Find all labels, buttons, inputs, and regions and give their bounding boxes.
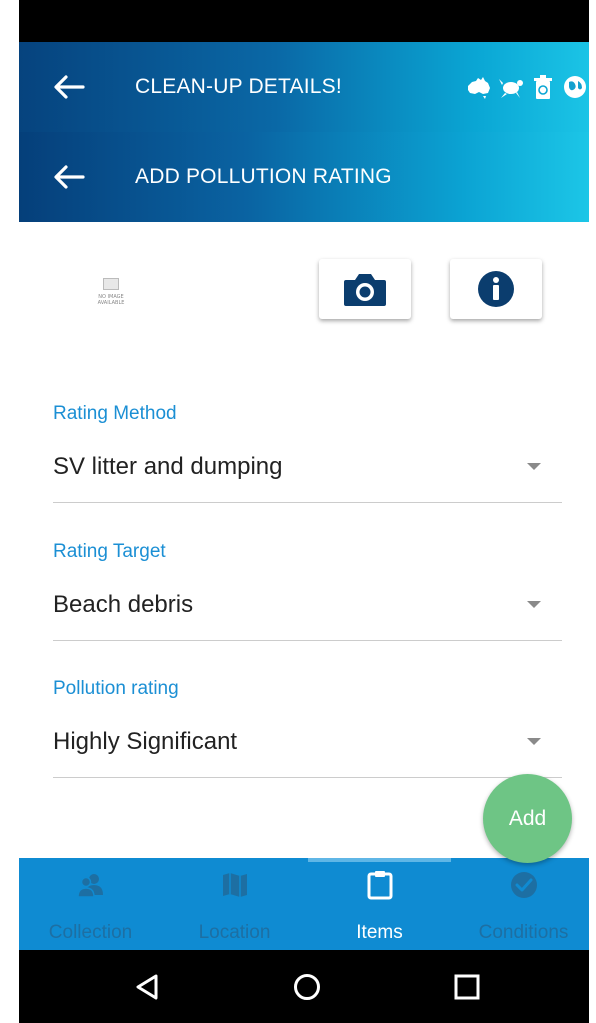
camera-icon	[344, 274, 386, 306]
people-icon	[77, 874, 103, 898]
rating-method-label: Rating Method	[53, 403, 177, 424]
pollution-rating-label: Pollution rating	[53, 678, 179, 699]
field-underline	[53, 502, 562, 503]
dropdown-caret-icon	[527, 601, 541, 608]
header-title: CLEAN-UP DETAILS!	[135, 75, 342, 98]
page: CLEAN-UP DETAILS! ADD POLLUTION RATING N…	[0, 0, 596, 1023]
sub-header: ADD POLLUTION RATING	[19, 132, 589, 222]
image-placeholder-line2: AVAILABLE	[97, 300, 125, 306]
info-button[interactable]	[450, 259, 542, 319]
nav-label-items: Items	[356, 922, 403, 943]
nav-tab-items[interactable]: Items	[308, 858, 451, 950]
pollution-rating-field: Pollution rating Highly Significant	[53, 677, 562, 778]
rating-method-select[interactable]: SV litter and dumping	[53, 450, 562, 484]
nav-tab-conditions[interactable]: Conditions	[452, 858, 589, 950]
bottom-navigation: Collection Location Items Conditions	[19, 858, 589, 950]
field-underline	[53, 640, 562, 641]
camera-button[interactable]	[319, 259, 411, 319]
clipboard-icon	[367, 871, 393, 900]
add-button[interactable]: Add	[483, 774, 572, 863]
header-icons	[465, 70, 589, 104]
turtle-icon	[499, 79, 523, 98]
dropdown-caret-icon	[527, 738, 541, 745]
back-triangle-icon[interactable]	[132, 972, 162, 1002]
pollution-rating-value: Highly Significant	[53, 728, 238, 755]
rating-target-label: Rating Target	[53, 541, 166, 562]
app-header: CLEAN-UP DETAILS!	[19, 42, 589, 132]
rating-target-select[interactable]: Beach debris	[53, 588, 562, 622]
sub-header-title: ADD POLLUTION RATING	[135, 165, 392, 188]
pollution-rating-select[interactable]: Highly Significant	[53, 725, 562, 759]
check-circle-icon	[511, 872, 537, 898]
status-bar	[19, 0, 589, 42]
map-icon	[223, 873, 247, 897]
phone-screen: CLEAN-UP DETAILS! ADD POLLUTION RATING N…	[19, 0, 589, 1023]
australia-map-icon	[468, 77, 490, 99]
back-arrow-icon[interactable]	[53, 75, 85, 99]
rating-target-value: Beach debris	[53, 591, 194, 618]
info-icon	[478, 271, 514, 307]
home-circle-icon[interactable]	[292, 972, 322, 1002]
nav-label-location: Location	[198, 922, 271, 943]
recents-square-icon[interactable]	[452, 972, 482, 1002]
android-navigation-bar	[19, 950, 589, 1023]
earth-icon	[564, 76, 586, 98]
dropdown-caret-icon	[527, 463, 541, 470]
left-margin	[0, 0, 19, 1023]
right-margin	[589, 0, 596, 1023]
rating-method-value: SV litter and dumping	[53, 453, 283, 480]
rating-target-field: Rating Target Beach debris	[53, 540, 562, 641]
nav-label-collection: Collection	[48, 922, 133, 943]
image-placeholder: NO IMAGE AVAILABLE	[81, 270, 141, 320]
recycle-bin-icon	[534, 75, 552, 99]
nav-tab-collection[interactable]: Collection	[19, 858, 162, 950]
back-arrow-icon[interactable]	[53, 165, 85, 189]
nav-label-conditions: Conditions	[478, 922, 569, 943]
field-underline	[53, 777, 562, 778]
image-placeholder-thumb	[103, 278, 119, 290]
nav-tab-location[interactable]: Location	[163, 858, 306, 950]
rating-method-field: Rating Method SV litter and dumping	[53, 402, 562, 503]
